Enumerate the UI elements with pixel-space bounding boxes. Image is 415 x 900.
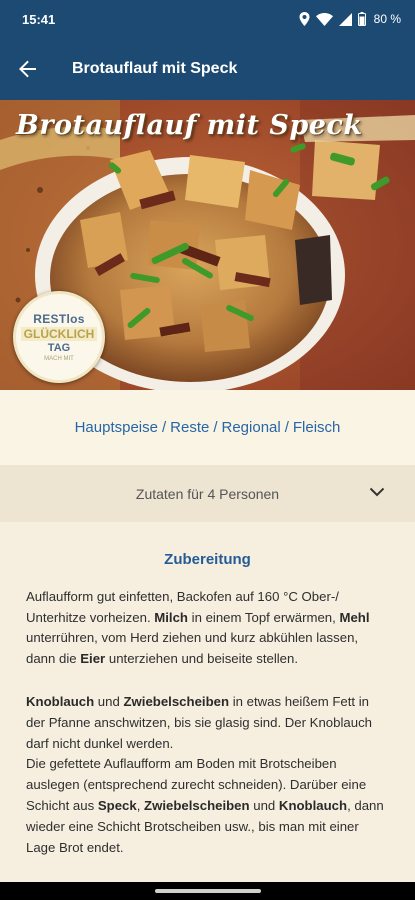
ingredients-label: Zutaten für 4 Personen <box>135 485 280 502</box>
back-button[interactable] <box>0 38 56 100</box>
category-separator: / <box>161 419 167 436</box>
arrow-left-icon[interactable] <box>19 60 37 78</box>
home-gesture-handle[interactable] <box>154 889 261 893</box>
battery-percent: 80 % <box>373 12 401 26</box>
category-separator: / <box>213 419 218 436</box>
page-title: Brotauflauf mit Speck <box>72 60 238 77</box>
preparation-section: Zubereitung Auflaufform gut einfetten, B… <box>0 522 415 882</box>
chevron-down-icon[interactable] <box>369 484 385 500</box>
category-link-hauptspeise[interactable]: Hauptspeise <box>75 419 158 436</box>
category-links: Hauptspeise / Reste / Regional / Fleisch <box>0 390 415 465</box>
badge-line3: TAG <box>47 342 71 354</box>
category-link-reste[interactable]: Reste <box>170 419 209 436</box>
app-bar: Brotauflauf mit Speck <box>0 38 415 100</box>
status-icons: 80 % <box>299 12 401 26</box>
category-link-fleisch[interactable]: Fleisch <box>293 419 341 436</box>
preparation-step-2: Knoblauch und Zwiebelscheiben in etwas h… <box>26 693 384 855</box>
signal-icon <box>338 12 352 26</box>
status-bar: 15:41 80 % <box>0 0 415 38</box>
system-navigation-bar <box>0 882 415 900</box>
category-link-regional[interactable]: Regional <box>222 419 281 436</box>
ingredients-expander[interactable]: Zutaten für 4 Personen <box>0 465 415 522</box>
preparation-heading: Zubereitung <box>164 551 251 568</box>
badge-line4: MACH MIT <box>44 356 74 362</box>
badge-line2: GLÜCKLICH <box>20 327 98 341</box>
badge-line1: RESTlos <box>33 312 85 326</box>
battery-icon <box>357 12 366 26</box>
preparation-step-1: Auflaufform gut einfetten, Backofen auf … <box>26 588 370 667</box>
location-icon <box>299 12 310 26</box>
restlos-gluecklich-badge: RESTlos GLÜCKLICH TAG MACH MIT <box>13 291 105 383</box>
category-separator: / <box>284 419 289 436</box>
status-time: 15:41 <box>22 11 56 27</box>
hero-title: Brotauflauf mit Speck <box>16 110 363 141</box>
recipe-hero-image: Brotauflauf mit Speck RESTlos GLÜCKLICH … <box>0 100 415 390</box>
wifi-icon <box>315 12 333 26</box>
